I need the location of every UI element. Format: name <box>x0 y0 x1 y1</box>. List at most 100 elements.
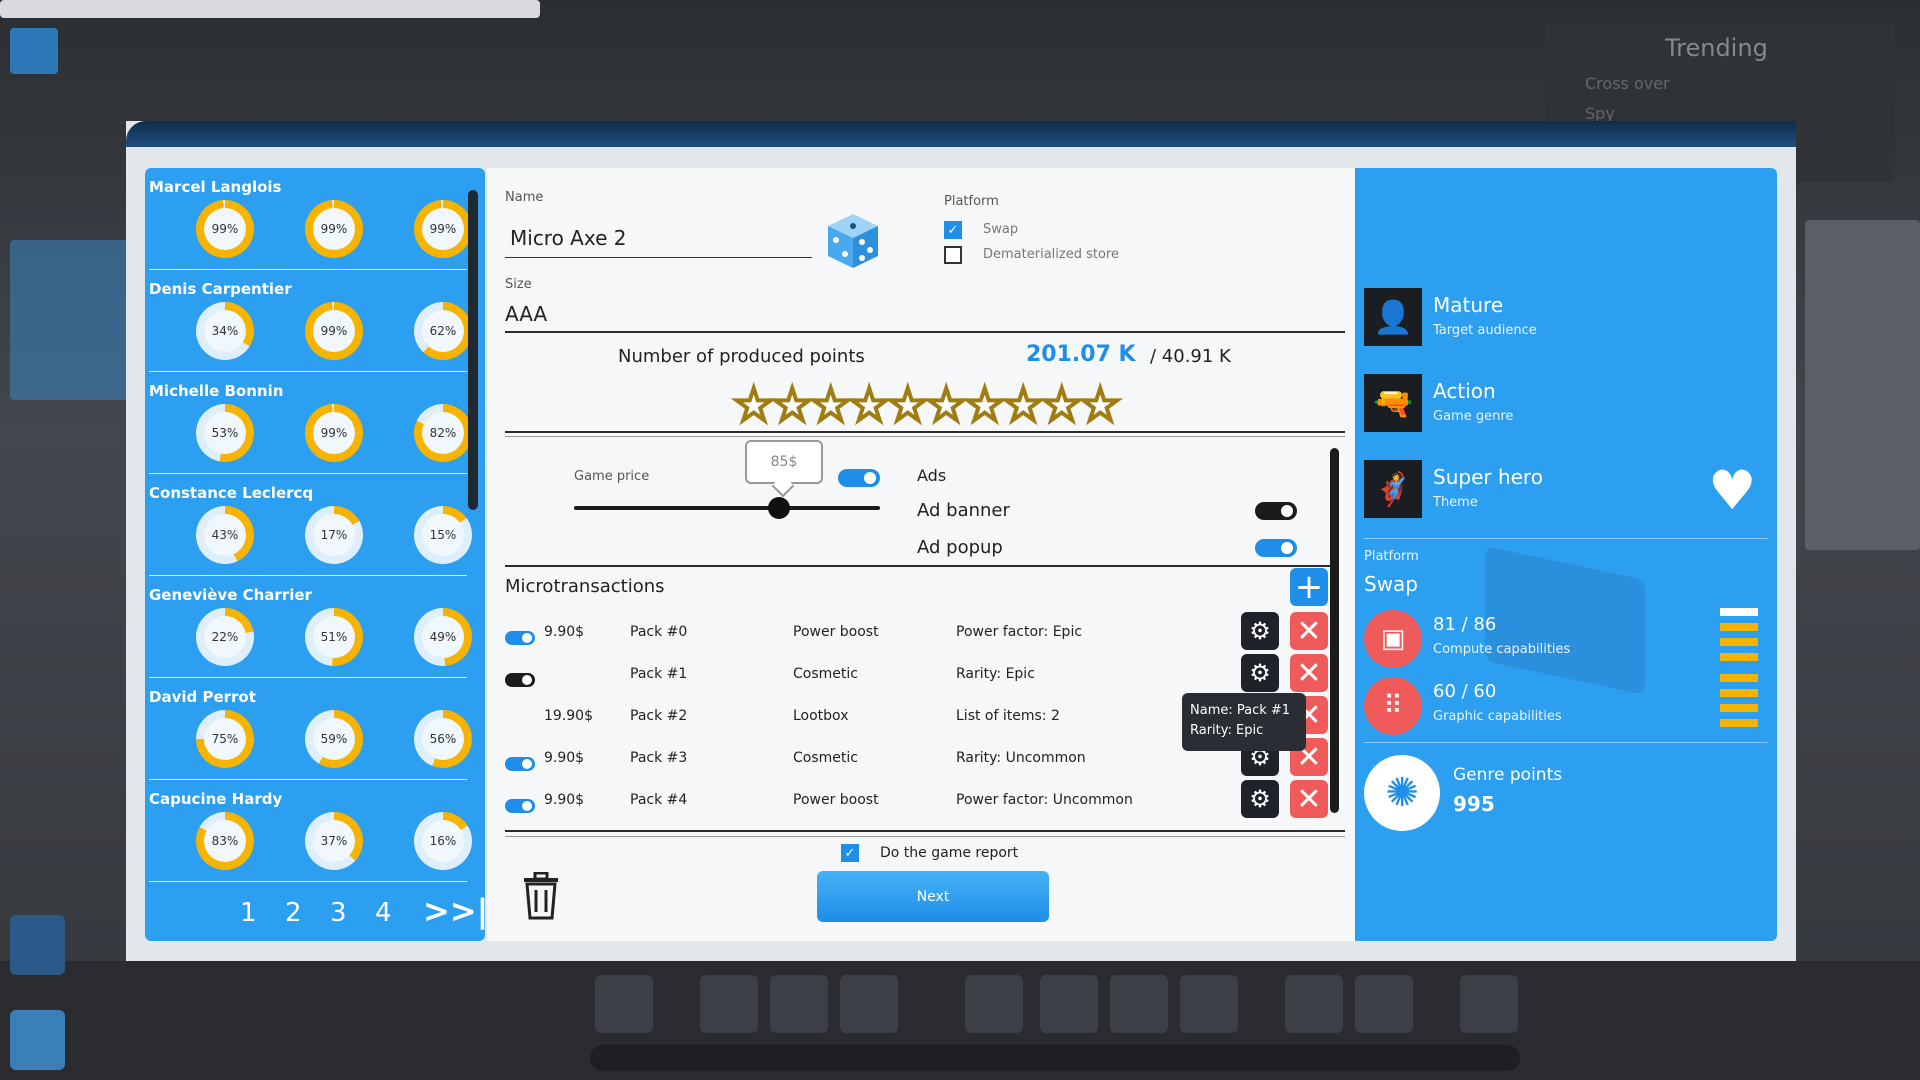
settings-scrollbar[interactable] <box>1330 448 1339 813</box>
pack-toggle[interactable] <box>505 631 535 645</box>
employee-row[interactable]: Constance Leclercq 43% 17% 15% <box>149 474 472 576</box>
skill-value: 99% <box>204 208 246 250</box>
skill-ring: 56% <box>414 710 472 768</box>
employee-name: Constance Leclercq <box>149 484 314 502</box>
last-page-icon[interactable]: >>| <box>423 892 488 930</box>
hud-button[interactable] <box>1285 975 1343 1033</box>
capability-bar <box>1720 638 1758 646</box>
favorite-heart-icon[interactable]: ♥ <box>1708 464 1756 518</box>
divider <box>505 436 1345 437</box>
delete-pack-button[interactable]: ✕ <box>1290 612 1328 650</box>
platform-store-checkbox[interactable] <box>944 246 962 264</box>
pack-type: Cosmetic <box>793 666 858 682</box>
side-card <box>10 240 130 400</box>
hud-button[interactable] <box>840 975 898 1033</box>
pack-name: Pack #3 <box>630 750 688 766</box>
settings-gear-icon[interactable]: ⚙ <box>1241 612 1279 650</box>
skill-value: 15% <box>422 514 464 556</box>
pack-tooltip: Name: Pack #1 Rarity: Epic <box>1182 693 1306 751</box>
hud-button[interactable] <box>700 975 758 1033</box>
game-price-label: Game price <box>574 469 650 484</box>
skill-ring: 83% <box>196 812 254 870</box>
skill-value: 49% <box>422 616 464 658</box>
compute-value: 81 / 86 <box>1433 614 1497 635</box>
skill-value: 59% <box>313 718 355 760</box>
employee-row[interactable]: Marcel Langlois 99% 99% 99% <box>149 168 472 270</box>
employee-row[interactable]: Capucine Hardy 83% 37% 16% <box>149 780 472 882</box>
name-underline <box>505 257 812 258</box>
tooltip-line: Name: Pack #1 <box>1190 703 1291 718</box>
ad-banner-toggle[interactable] <box>1255 502 1297 520</box>
pack-type: Lootbox <box>793 708 849 724</box>
capability-bar <box>1720 704 1758 712</box>
employee-row[interactable]: Geneviève Charrier 22% 51% 49% <box>149 576 472 678</box>
page-4[interactable]: 4 <box>375 898 392 928</box>
graphic-value: 60 / 60 <box>1433 681 1497 702</box>
divider <box>505 830 1345 832</box>
random-dice-icon[interactable] <box>826 212 878 268</box>
skill-ring: 15% <box>414 506 472 564</box>
employee-name: Marcel Langlois <box>149 178 282 196</box>
ad-popup-toggle[interactable] <box>1255 539 1297 557</box>
employee-row[interactable]: Denis Carpentier 34% 99% 62% <box>149 270 472 372</box>
hud-button[interactable] <box>770 975 828 1033</box>
hud-button[interactable] <box>1110 975 1168 1033</box>
platform-label: Platform <box>1364 549 1419 564</box>
delete-pack-button[interactable]: ✕ <box>1290 780 1328 818</box>
save-icon[interactable] <box>10 28 58 74</box>
hud-button[interactable] <box>965 975 1023 1033</box>
page-2[interactable]: 2 <box>285 898 302 928</box>
settings-gear-icon[interactable]: ⚙ <box>1241 654 1279 692</box>
pack-name: Pack #1 <box>630 666 688 682</box>
employee-scrollbar[interactable] <box>468 190 478 510</box>
name-label: Name <box>505 190 544 205</box>
skill-value: 99% <box>313 412 355 454</box>
audience-label: Target audience <box>1433 323 1537 338</box>
trash-icon[interactable] <box>522 871 560 920</box>
top-bar <box>0 0 540 18</box>
building-icon[interactable] <box>10 915 65 975</box>
pack-detail: List of items: 2 <box>956 708 1060 724</box>
settings-gear-icon[interactable]: ⚙ <box>1241 780 1279 818</box>
skill-value: 82% <box>422 412 464 454</box>
hud-button[interactable] <box>1460 975 1518 1033</box>
price-slider-track[interactable] <box>574 506 880 510</box>
delete-pack-button[interactable]: ✕ <box>1290 654 1328 692</box>
skill-value: 43% <box>204 514 246 556</box>
skill-ring: 22% <box>196 608 254 666</box>
quality-star-icon: ★ <box>1001 380 1044 431</box>
skill-ring: 99% <box>305 404 363 462</box>
page-1[interactable]: 1 <box>240 898 257 928</box>
pack-toggle[interactable] <box>505 799 535 813</box>
hud-button[interactable] <box>1180 975 1238 1033</box>
game-report-checkbox[interactable]: ✓ <box>841 844 859 862</box>
pack-price: 9.90$ <box>544 750 585 766</box>
tooltip-line: Rarity: Epic <box>1190 723 1264 738</box>
pack-detail: Power factor: Uncommon <box>956 792 1133 808</box>
name-input[interactable]: Micro Axe 2 <box>510 226 626 250</box>
employee-name: Geneviève Charrier <box>149 586 312 604</box>
dialog-header-bar <box>126 121 1796 147</box>
employee-row[interactable]: David Perrot 75% 59% 56% <box>149 678 472 780</box>
hud-button[interactable] <box>1040 975 1098 1033</box>
next-button[interactable]: Next <box>817 871 1049 922</box>
employee-row[interactable]: Michelle Bonnin 53% 99% 82% <box>149 372 472 474</box>
page-3[interactable]: 3 <box>330 898 347 928</box>
quality-star-icon: ★ <box>886 380 929 431</box>
ads-toggle[interactable] <box>838 469 880 487</box>
pack-price: 9.90$ <box>544 792 585 808</box>
capability-bar <box>1720 719 1758 727</box>
pack-toggle[interactable] <box>505 757 535 771</box>
quality-star-icon: ★ <box>924 380 967 431</box>
hud-stats-bar <box>590 1045 1520 1071</box>
price-slider-knob[interactable] <box>768 497 791 519</box>
side-panel <box>1805 220 1920 550</box>
platform-swap-checkbox[interactable]: ✓ <box>944 221 962 239</box>
add-microtransaction-button[interactable]: + <box>1290 567 1328 607</box>
pack-toggle[interactable] <box>505 673 535 687</box>
size-select[interactable]: AAA <box>505 302 547 326</box>
map-icon[interactable] <box>10 1010 65 1070</box>
hud-button[interactable] <box>1355 975 1413 1033</box>
hud-button[interactable] <box>595 975 653 1033</box>
skill-ring: 75% <box>196 710 254 768</box>
